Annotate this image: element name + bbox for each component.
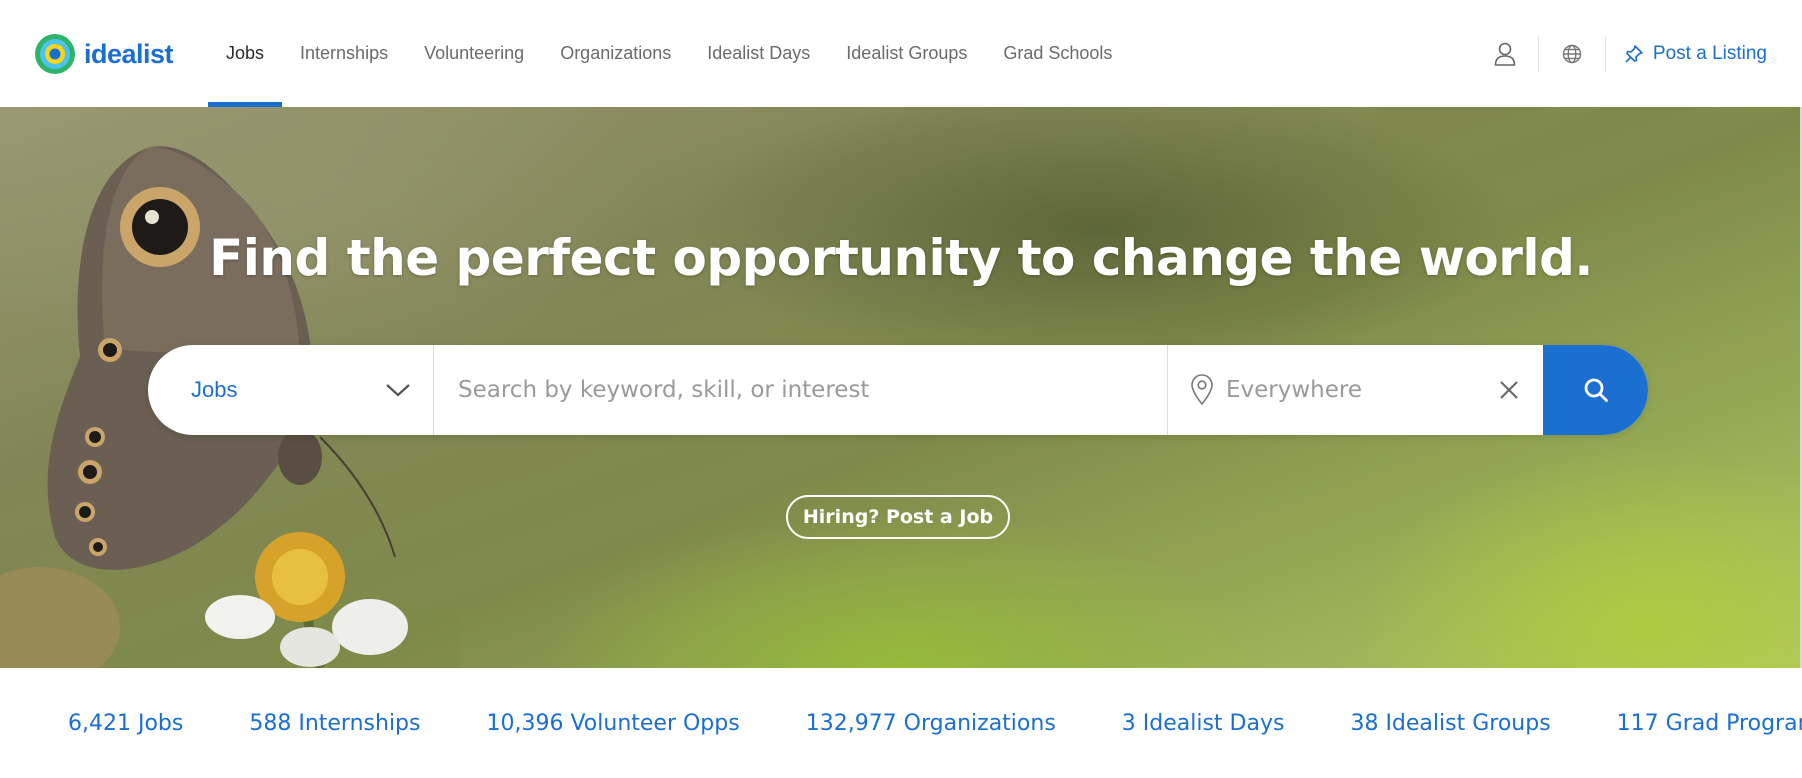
pin-icon (1625, 45, 1643, 63)
account-button[interactable] (1482, 34, 1528, 74)
stat-idealist-days-link[interactable]: 3 Idealist Days (1122, 711, 1285, 736)
search-icon (1584, 378, 1608, 402)
keyword-search-input[interactable] (434, 345, 1168, 435)
hero-title: Find the perfect opportunity to change t… (209, 229, 1593, 287)
post-listing-link[interactable]: Post a Listing (1616, 43, 1767, 65)
header-divider (1537, 36, 1539, 72)
nav-grad-schools[interactable]: Grad Schools (985, 0, 1130, 107)
header-actions: Post a Listing (1482, 34, 1767, 74)
stat-organizations-link[interactable]: 132,977 Organizations (806, 711, 1056, 736)
location-field (1168, 345, 1543, 435)
location-input[interactable] (1224, 376, 1483, 404)
post-listing-label: Post a Listing (1652, 43, 1767, 64)
hiring-post-job-button[interactable]: Hiring? Post a Job (786, 495, 1010, 539)
idealist-logo[interactable]: idealist (34, 32, 174, 76)
globe-icon (1562, 44, 1582, 64)
nav-volunteering[interactable]: Volunteering (406, 0, 542, 107)
search-button[interactable] (1543, 345, 1648, 435)
nav-organizations[interactable]: Organizations (542, 0, 689, 107)
language-button[interactable] (1549, 34, 1595, 74)
user-icon (1494, 42, 1516, 66)
nav-jobs[interactable]: Jobs (208, 0, 283, 107)
header-divider (1604, 36, 1606, 72)
logo-text: idealist (84, 38, 174, 69)
nav-idealist-groups[interactable]: Idealist Groups (828, 0, 985, 107)
stat-grad-programs-link[interactable]: 117 Grad Programs (1617, 711, 1802, 736)
stats-bar: 6,421 Jobs 588 Internships 10,396 Volunt… (0, 668, 1802, 778)
stat-volunteer-link[interactable]: 10,396 Volunteer Opps (486, 711, 739, 736)
site-header: idealist Jobs Internships Volunteering O… (0, 0, 1802, 107)
stat-internships-link[interactable]: 588 Internships (249, 711, 420, 736)
hero-banner: Find the perfect opportunity to change t… (0, 107, 1802, 668)
search-bar: Jobs (148, 345, 1648, 435)
nav-internships[interactable]: Internships (282, 0, 406, 107)
listing-type-dropdown[interactable]: Jobs (148, 345, 434, 435)
chevron-down-icon (386, 384, 410, 397)
nav-idealist-days[interactable]: Idealist Days (689, 0, 828, 107)
stat-jobs-link[interactable]: 6,421 Jobs (68, 711, 183, 736)
stat-idealist-groups-link[interactable]: 38 Idealist Groups (1350, 711, 1550, 736)
idealist-logo-icon (35, 34, 75, 74)
location-pin-icon (1191, 374, 1213, 406)
close-icon (1500, 381, 1518, 399)
main-nav: Jobs Internships Volunteering Organizati… (208, 0, 1130, 107)
clear-location-button[interactable] (1493, 374, 1525, 406)
listing-type-value: Jobs (191, 377, 238, 402)
